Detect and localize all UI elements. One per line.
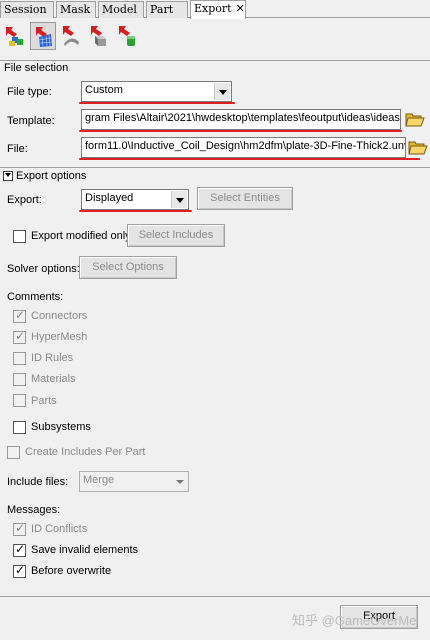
file-type-select[interactable]: Custom: [81, 81, 232, 102]
checkmark-icon: ✓: [15, 563, 26, 577]
subsystems-label: Subsystems: [31, 421, 91, 433]
export-geometry-icon[interactable]: [58, 22, 84, 50]
file-type-value: Custom: [85, 84, 123, 96]
messages-title: Messages:: [7, 504, 61, 516]
export-select[interactable]: Displayed: [81, 189, 189, 210]
export-tcl-icon[interactable]: [114, 22, 140, 50]
hypermesh-label: HyperMesh: [31, 331, 88, 343]
id-conflicts-checkbox[interactable]: ✓: [13, 521, 26, 536]
divider: [0, 596, 430, 597]
hypermesh-checkbox[interactable]: ✓: [13, 329, 26, 344]
parts-label: Parts: [31, 395, 57, 407]
export-modified-only-checkbox[interactable]: [13, 230, 26, 243]
export-options-title: Export options: [16, 170, 87, 182]
template-input[interactable]: gram Files\Altair\2021\hwdesktop\templat…: [81, 109, 401, 130]
solver-options-label: Solver options:: [7, 263, 80, 275]
annotation-underline: [79, 102, 235, 104]
close-icon[interactable]: ✕: [236, 2, 245, 15]
watermark: 知乎 @GameOverMe: [292, 613, 417, 628]
collapse-toggle-icon[interactable]: [3, 171, 13, 181]
divider: [0, 167, 430, 168]
browse-folder-icon[interactable]: [405, 110, 425, 128]
save-invalid-elements-checkbox[interactable]: ✓: [13, 542, 26, 557]
select-options-button[interactable]: Select Options: [79, 256, 177, 279]
materials-label: Materials: [31, 373, 76, 385]
checkmark-icon: ✓: [15, 308, 26, 322]
save-invalid-elements-label: Save invalid elements: [31, 544, 139, 556]
id-rules-checkbox[interactable]: [13, 352, 26, 365]
tab-mask[interactable]: Mask: [56, 1, 96, 18]
create-includes-per-part-checkbox[interactable]: [7, 446, 20, 459]
template-label: Template:: [7, 115, 55, 127]
select-entities-button[interactable]: Select Entities: [197, 187, 293, 210]
id-conflicts-label: ID Conflicts: [31, 523, 88, 535]
include-files-label: Include files:: [7, 476, 69, 488]
tab-part[interactable]: Part: [146, 1, 188, 18]
annotation-underline: [79, 130, 402, 132]
checkmark-icon: ✓: [15, 521, 26, 535]
divider: [0, 60, 430, 61]
chevron-down-icon[interactable]: [171, 473, 187, 490]
checkmark-icon: ✓: [15, 329, 26, 343]
file-label: File:: [7, 143, 28, 155]
tab-export-label: Export: [194, 2, 232, 15]
connectors-label: Connectors: [31, 310, 88, 322]
export-value: Displayed: [85, 192, 134, 204]
export-label: Export:: [7, 194, 42, 206]
checkmark-icon: ✓: [15, 542, 26, 556]
export-solid-icon[interactable]: [86, 22, 112, 50]
create-includes-per-part-label: Create Includes Per Part: [25, 446, 146, 458]
include-files-value: Merge: [83, 474, 115, 486]
before-overwrite-label: Before overwrite: [31, 565, 112, 577]
tab-model[interactable]: Model: [98, 1, 144, 18]
materials-checkbox[interactable]: [13, 373, 26, 386]
chevron-down-icon[interactable]: [171, 191, 187, 208]
include-files-select[interactable]: Merge: [79, 471, 189, 492]
annotation-underline: [79, 158, 420, 160]
file-selection-title: File selection: [4, 62, 69, 74]
parts-checkbox[interactable]: [13, 394, 26, 407]
annotation-underline: [79, 210, 192, 212]
before-overwrite-checkbox[interactable]: ✓: [13, 563, 26, 578]
id-rules-label: ID Rules: [31, 352, 74, 364]
tab-bar: Session Mask Model Part Export ✕: [0, 0, 430, 19]
file-type-label: File type:: [7, 86, 52, 98]
select-includes-button[interactable]: Select Includes: [127, 224, 225, 247]
connectors-checkbox[interactable]: ✓: [13, 308, 26, 323]
export-components-icon[interactable]: [2, 22, 28, 50]
file-input[interactable]: form11.0\Inductive_Coil_Design\hm2dfm\pl…: [81, 137, 406, 158]
comments-title: Comments:: [7, 291, 64, 303]
export-fe-icon[interactable]: [30, 22, 56, 50]
subsystems-checkbox[interactable]: [13, 421, 26, 434]
browse-folder-icon[interactable]: [408, 138, 428, 156]
export-modified-only-label: Export modified only: [31, 230, 131, 242]
tab-session[interactable]: Session: [0, 1, 54, 18]
tab-export[interactable]: Export ✕: [190, 0, 246, 19]
chevron-down-icon[interactable]: [214, 83, 230, 100]
